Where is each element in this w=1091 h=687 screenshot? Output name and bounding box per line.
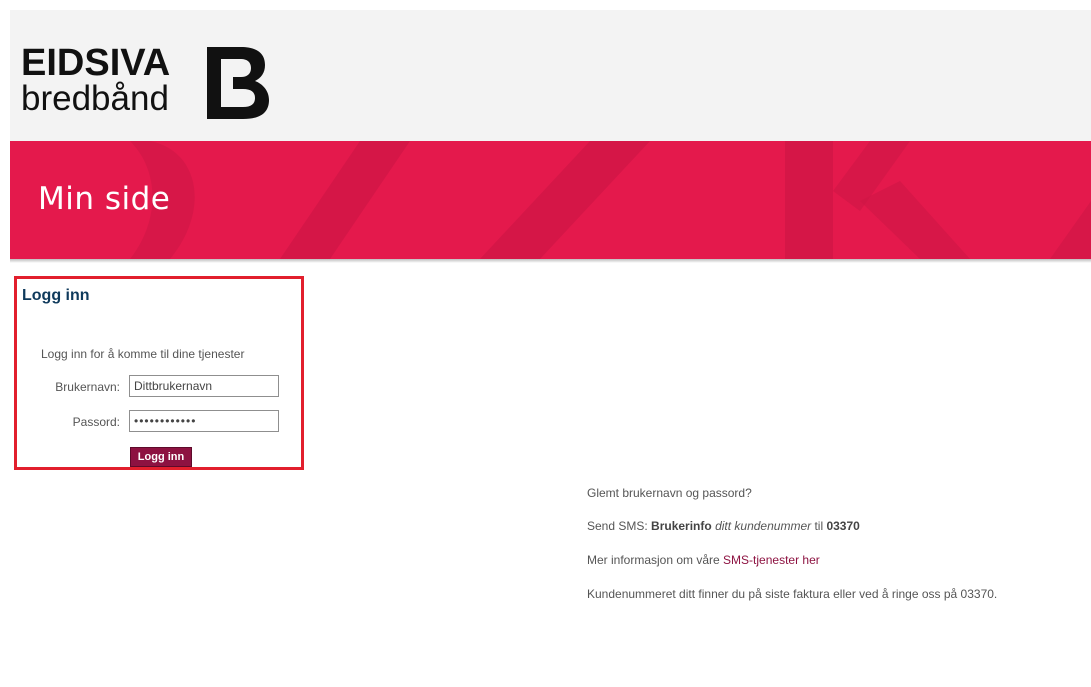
page-left-margin	[0, 0, 10, 687]
more-info-prefix: Mer informasjon om våre	[587, 553, 724, 567]
logo-wordmark-top: EIDSIVA	[21, 42, 171, 84]
page-banner: Min side	[10, 141, 1091, 259]
page-title: Min side	[38, 181, 171, 217]
page: EIDSIVA bredbånd Min side Logg inn Logg …	[10, 10, 1091, 687]
sms-customer-number-hint: ditt kundenummer	[715, 519, 812, 533]
username-input[interactable]	[129, 375, 279, 397]
sms-number: 03370	[826, 519, 860, 533]
forgot-credentials-text: Glemt brukernavn og passord?	[587, 486, 752, 500]
login-title: Logg inn	[22, 287, 90, 304]
logo-wordmark-bottom: bredbånd	[21, 79, 169, 118]
sms-to: til	[811, 519, 827, 533]
customer-number-note: Kundenummeret ditt finner du på siste fa…	[587, 587, 998, 601]
banner-pattern	[130, 141, 1091, 259]
sms-info-line: Mer informasjon om våre SMS-tjenester he…	[587, 553, 820, 567]
password-label: Passord:	[72, 415, 120, 429]
password-input[interactable]	[129, 410, 279, 432]
sms-keyword: Brukerinfo	[651, 519, 712, 533]
eidsiva-logo[interactable]: EIDSIVA bredbånd	[21, 43, 281, 123]
site-header: EIDSIVA bredbånd	[10, 10, 1091, 141]
login-panel: Logg inn Logg inn for å komme til dine t…	[14, 276, 304, 470]
login-button[interactable]: Logg inn	[130, 447, 192, 467]
sms-instruction: Send SMS: Brukerinfo ditt kundenummer ti…	[587, 519, 860, 533]
banner-shadow	[10, 259, 1091, 263]
logo-b-mark-icon	[207, 47, 269, 119]
login-intro-text: Logg inn for å komme til dine tjenester	[41, 347, 245, 361]
username-label: Brukernavn:	[55, 380, 120, 394]
sms-services-link[interactable]: SMS-tjenester her	[723, 553, 820, 567]
sms-prefix: Send SMS:	[587, 519, 652, 533]
